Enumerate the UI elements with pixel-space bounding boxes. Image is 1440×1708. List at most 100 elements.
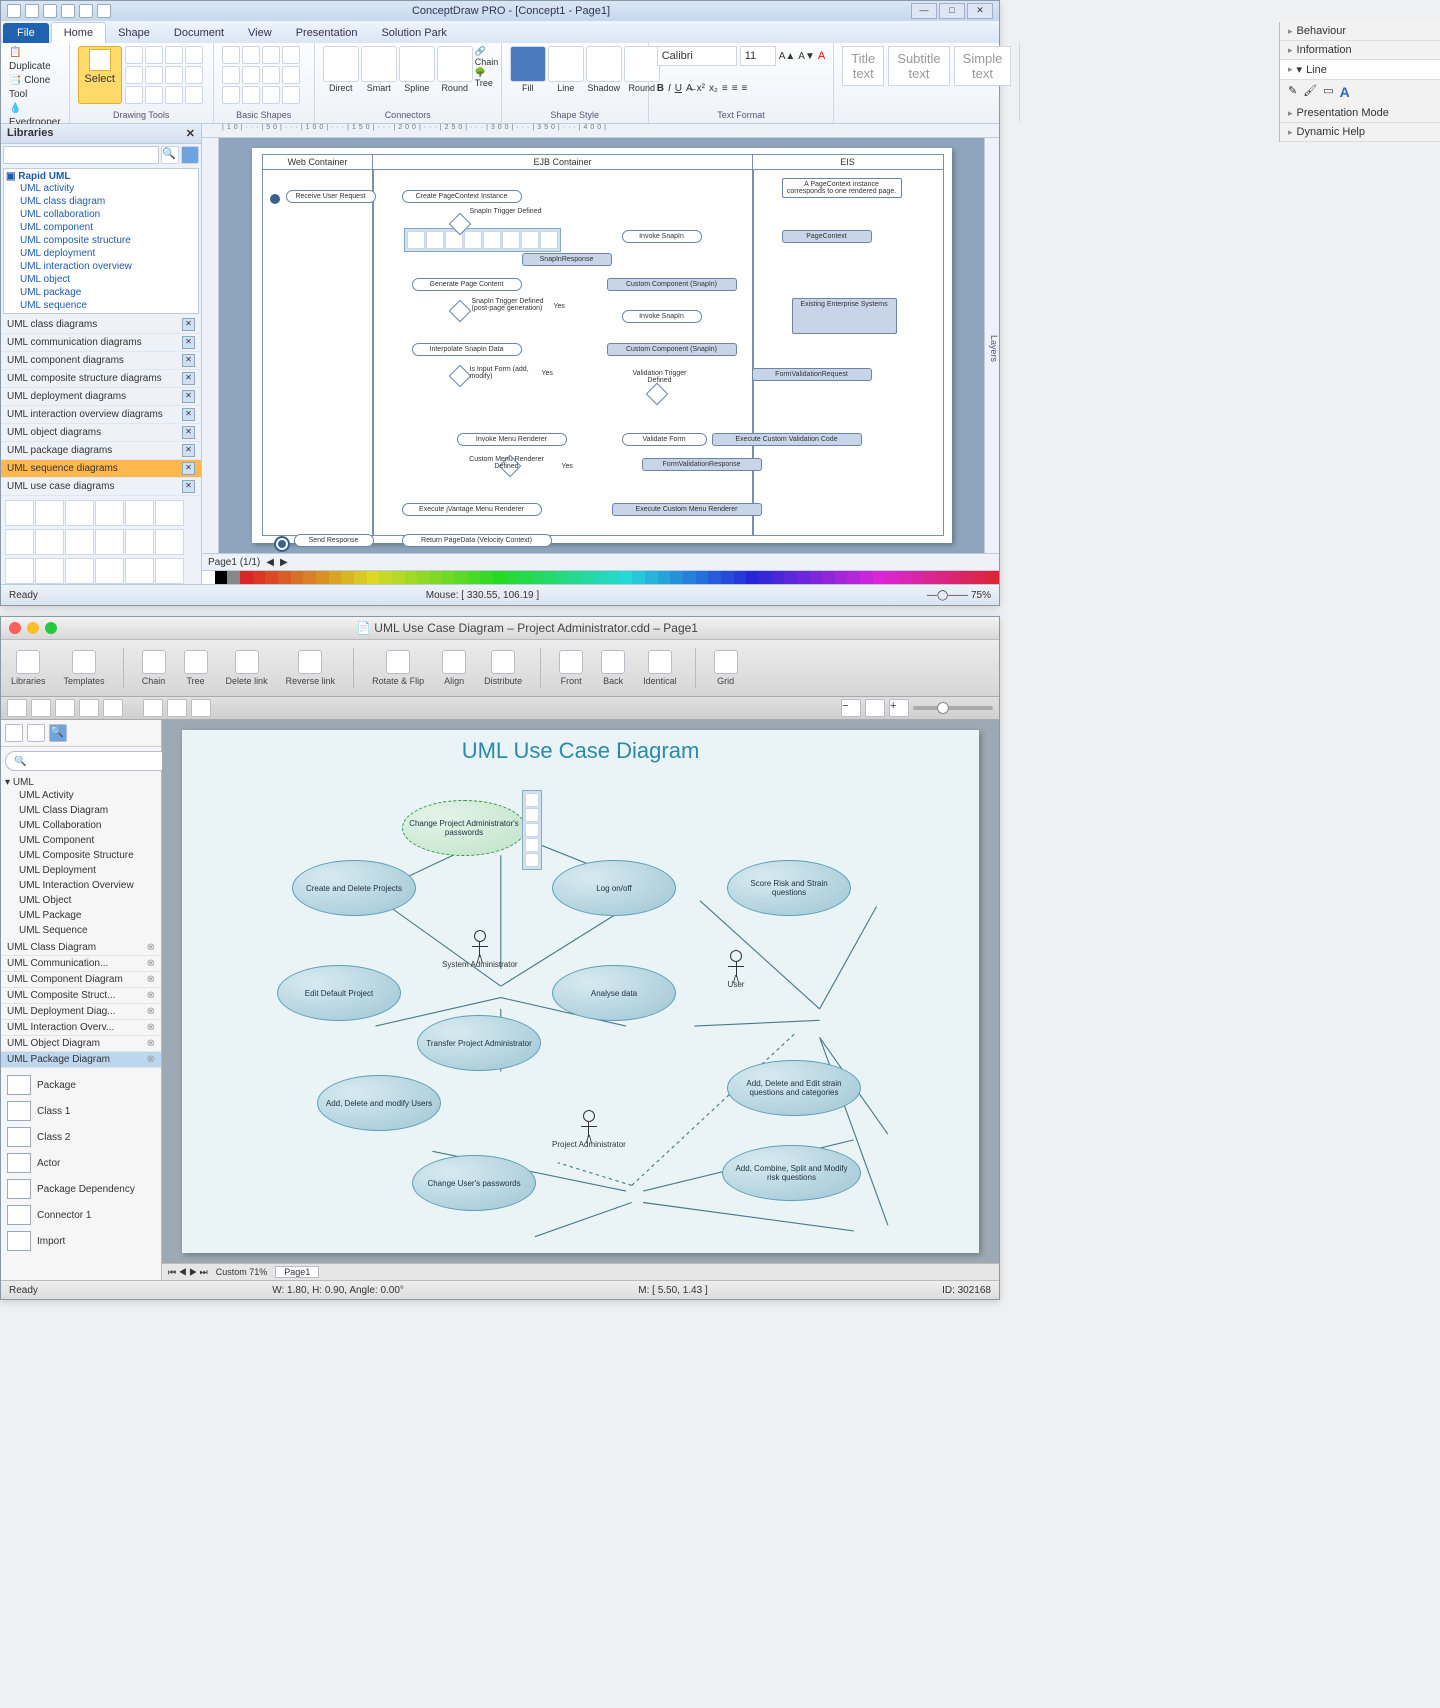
color-swatch[interactable]	[987, 571, 1000, 584]
palette-shape[interactable]	[125, 500, 154, 526]
palette-shape[interactable]	[35, 529, 64, 555]
shape-rect-icon[interactable]	[222, 46, 240, 64]
page-tab[interactable]: Page1	[275, 1266, 319, 1278]
palette-shape[interactable]	[125, 529, 154, 555]
page-nav-icon[interactable]: ⏮ ◀ ▶ ⏭	[168, 1267, 208, 1278]
shape-item[interactable]: Import	[5, 1228, 157, 1254]
color-swatch[interactable]	[696, 571, 709, 584]
node-validate[interactable]: Validate Form	[622, 433, 707, 446]
color-swatch[interactable]	[430, 571, 443, 584]
bezier-tool-icon[interactable]	[185, 46, 203, 64]
tree-item[interactable]: UML package	[6, 286, 196, 299]
tree-item[interactable]: UML Component	[5, 833, 157, 848]
shape-diamond-icon[interactable]	[222, 66, 240, 84]
inspector-presentation[interactable]: Presentation Mode	[1280, 104, 1440, 123]
usecase-change-pwd[interactable]: Change Project Administrator's passwords	[402, 800, 526, 856]
drawing-canvas[interactable]: UML Use Case Diagram Change Project Admi…	[182, 730, 979, 1253]
library-row[interactable]: UML package diagrams✕	[1, 442, 201, 460]
library-row[interactable]: UML use case diagrams✕	[1, 478, 201, 496]
node-return[interactable]: Return PageData (Velocity Context)	[402, 534, 552, 547]
node-receive[interactable]: Receive User Request	[286, 190, 376, 203]
node-valresp[interactable]: FormValidationResponse	[642, 458, 762, 471]
hand-tool-icon[interactable]	[125, 86, 143, 104]
usecase-edit-def[interactable]: Edit Default Project	[277, 965, 401, 1021]
shape-item[interactable]: Connector 1	[5, 1202, 157, 1228]
style-simple[interactable]: Simple text	[954, 46, 1012, 86]
node-invoke1[interactable]: Invoke SnapIn	[622, 230, 702, 243]
color-swatch[interactable]	[759, 571, 772, 584]
fill-button[interactable]: Fill	[510, 46, 546, 93]
usecase-score[interactable]: Score Risk and Strain questions	[727, 860, 851, 916]
color-swatch[interactable]	[822, 571, 835, 584]
search-icon[interactable]: 🔍	[161, 146, 179, 164]
palette-shape[interactable]	[95, 500, 124, 526]
palette-shape[interactable]	[125, 558, 154, 584]
zoom-custom[interactable]: Custom 71%	[216, 1267, 268, 1277]
color-swatch[interactable]	[683, 571, 696, 584]
color-swatch[interactable]	[329, 571, 342, 584]
color-swatch[interactable]	[379, 571, 392, 584]
brush-tool-icon[interactable]: 🖌	[1303, 84, 1317, 100]
round-connector[interactable]: Round	[437, 46, 473, 93]
palette-shape[interactable]	[65, 529, 94, 555]
library-row[interactable]: UML Component Diagram⊗	[1, 972, 161, 988]
shape-more-icon[interactable]	[282, 86, 300, 104]
text-tool-icon[interactable]: A	[1340, 84, 1350, 100]
text-tool-icon[interactable]	[185, 66, 203, 84]
qat-save-icon[interactable]	[61, 4, 75, 18]
color-swatch[interactable]	[392, 571, 405, 584]
zoom-button[interactable]	[45, 622, 57, 634]
color-swatch[interactable]	[860, 571, 873, 584]
color-palette-bar[interactable]	[202, 570, 999, 584]
color-swatch[interactable]	[961, 571, 974, 584]
ellipse-tool-icon[interactable]	[55, 699, 75, 717]
palette-shape[interactable]	[65, 500, 94, 526]
tree-item[interactable]: UML composite structure	[6, 234, 196, 247]
file-tab[interactable]: File	[3, 23, 49, 43]
color-swatch[interactable]	[772, 571, 785, 584]
color-swatch[interactable]	[202, 571, 215, 584]
shape-star-icon[interactable]	[282, 66, 300, 84]
color-swatch[interactable]	[518, 571, 531, 584]
arc-tool-icon[interactable]	[165, 46, 183, 64]
style-subtitle[interactable]: Subtitle text	[888, 46, 949, 86]
lib-view-grid-icon[interactable]	[27, 724, 45, 742]
shape-item[interactable]: Package Dependency	[5, 1176, 157, 1202]
presentation-tab[interactable]: Presentation	[284, 23, 370, 43]
color-swatch[interactable]	[582, 571, 595, 584]
align-center-icon[interactable]: ≡	[732, 83, 738, 94]
zoom-slider[interactable]	[913, 706, 993, 710]
toolbar-identical[interactable]: Identical	[643, 650, 677, 686]
page-tab[interactable]: Page1 (1/1)	[208, 557, 260, 568]
floating-toolbar[interactable]	[404, 228, 561, 252]
drawing-canvas[interactable]: Web Container EJB Container EIS Receive …	[252, 148, 952, 543]
increase-font-icon[interactable]: A▲	[779, 51, 796, 62]
super-button[interactable]: x²	[697, 83, 705, 94]
shape-roundrect-icon[interactable]	[242, 46, 260, 64]
pen-tool-icon[interactable]: ✎	[1288, 84, 1297, 100]
italic-button[interactable]: I	[668, 83, 671, 94]
toolbar-distribute[interactable]: Distribute	[484, 650, 522, 686]
color-swatch[interactable]	[670, 571, 683, 584]
pointer-tool-icon[interactable]	[7, 699, 27, 717]
palette-shape[interactable]	[155, 529, 184, 555]
arrow-tool-icon[interactable]	[145, 46, 163, 64]
node-valreq[interactable]: FormValidationRequest	[752, 368, 872, 381]
palette-shape[interactable]	[35, 558, 64, 584]
line-tool-icon[interactable]	[125, 46, 143, 64]
library-search-input[interactable]	[5, 751, 175, 771]
usecase-add-strain[interactable]: Add, Delete and Edit strain questions an…	[727, 1060, 861, 1116]
palette-shape[interactable]	[5, 529, 34, 555]
text-tool-icon[interactable]	[143, 699, 163, 717]
smart-connector[interactable]: Smart	[361, 46, 397, 93]
toolbar-back[interactable]: Back	[601, 650, 625, 686]
library-search-input[interactable]	[3, 146, 159, 164]
page-nav-prev-icon[interactable]: ◀	[266, 557, 274, 568]
color-swatch[interactable]	[784, 571, 797, 584]
rect-tool-icon[interactable]	[125, 66, 143, 84]
tree-item[interactable]: UML class diagram	[6, 195, 196, 208]
lib-view-list-icon[interactable]	[5, 724, 23, 742]
color-swatch[interactable]	[480, 571, 493, 584]
library-row[interactable]: UML Interaction Overv...⊗	[1, 1020, 161, 1036]
strike-button[interactable]: A̶	[686, 83, 693, 94]
